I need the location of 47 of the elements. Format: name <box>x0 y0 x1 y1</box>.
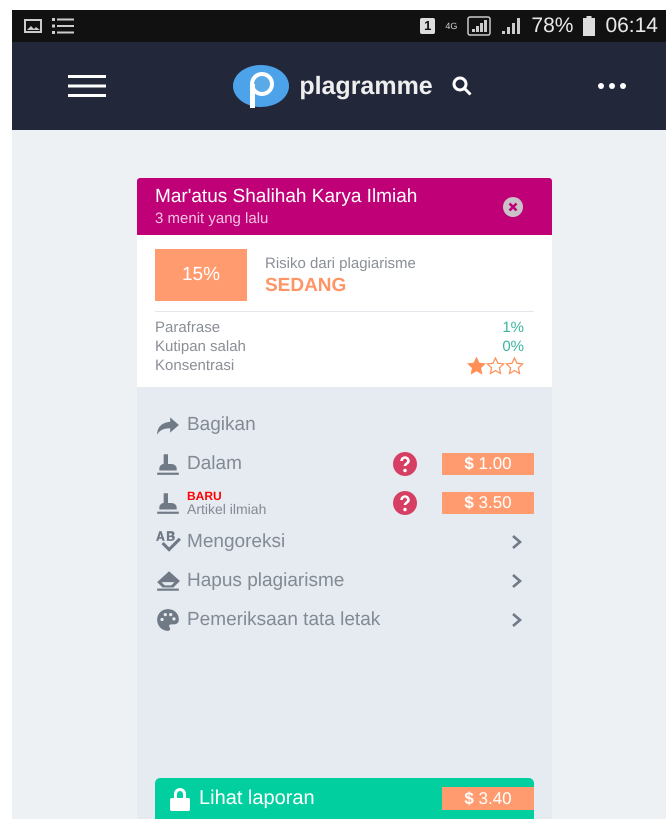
score-badge: 15% <box>155 249 247 301</box>
risk-label: Risiko dari plagiarisme <box>265 255 416 272</box>
stat-label: Konsentrasi <box>155 357 234 374</box>
star-icon <box>467 356 486 374</box>
action-label[interactable]: Mengoreksi <box>187 527 286 556</box>
image-icon <box>24 19 42 33</box>
chevron-icon <box>510 612 524 628</box>
signal-icon <box>501 17 522 35</box>
price-tag[interactable]: $ 3.50 <box>442 492 534 514</box>
spellcheck-icon <box>155 528 181 554</box>
battery-percent: 78% <box>531 14 574 38</box>
price-tag: $ 3.40 <box>442 787 534 810</box>
lock-icon <box>169 786 191 810</box>
more-icon[interactable] <box>598 83 626 89</box>
network-type: 4G <box>445 21 458 31</box>
risk-level: SEDANG <box>265 275 348 297</box>
new-label: BARU <box>187 490 222 502</box>
list-icon <box>52 17 74 35</box>
menu-icon[interactable] <box>68 75 106 97</box>
action-label[interactable]: Bagikan <box>187 410 256 439</box>
help-icon[interactable] <box>392 450 418 476</box>
view-report-button[interactable]: Lihat laporan $ 3.40 <box>155 778 534 819</box>
logo-icon <box>231 64 290 108</box>
search-icon[interactable] <box>450 75 473 97</box>
timestamp: 3 menit yang lalu <box>155 210 270 227</box>
signal-icon <box>467 16 492 36</box>
clock: 06:14 <box>605 14 658 38</box>
help-icon[interactable] <box>392 490 418 516</box>
sim-indicator: 1 <box>420 18 436 34</box>
stat-value: 0% <box>502 338 524 355</box>
stat-label: Parafrase <box>155 319 220 336</box>
document-title: Mar'atus Shalihah Karya Ilmiah <box>155 186 418 208</box>
action-label[interactable]: Dalam <box>187 449 242 478</box>
action-label[interactable]: Artikel ilmiah <box>187 502 386 516</box>
action-label[interactable]: Pemeriksaan tata letak <box>187 605 380 634</box>
price-tag[interactable]: $ 1.00 <box>442 452 534 474</box>
close-icon[interactable] <box>502 196 524 218</box>
brand-name: plagramme <box>299 72 433 100</box>
star-icon <box>505 356 524 374</box>
palette-icon <box>155 606 181 632</box>
battery-icon <box>583 16 596 36</box>
stat-label: Kutipan salah <box>155 338 246 355</box>
chevron-icon <box>510 534 524 550</box>
star-icon <box>486 356 505 374</box>
stat-value: 1% <box>502 319 524 336</box>
chevron-icon <box>510 572 524 588</box>
action-label[interactable]: Hapus plagiarisme <box>187 566 344 595</box>
